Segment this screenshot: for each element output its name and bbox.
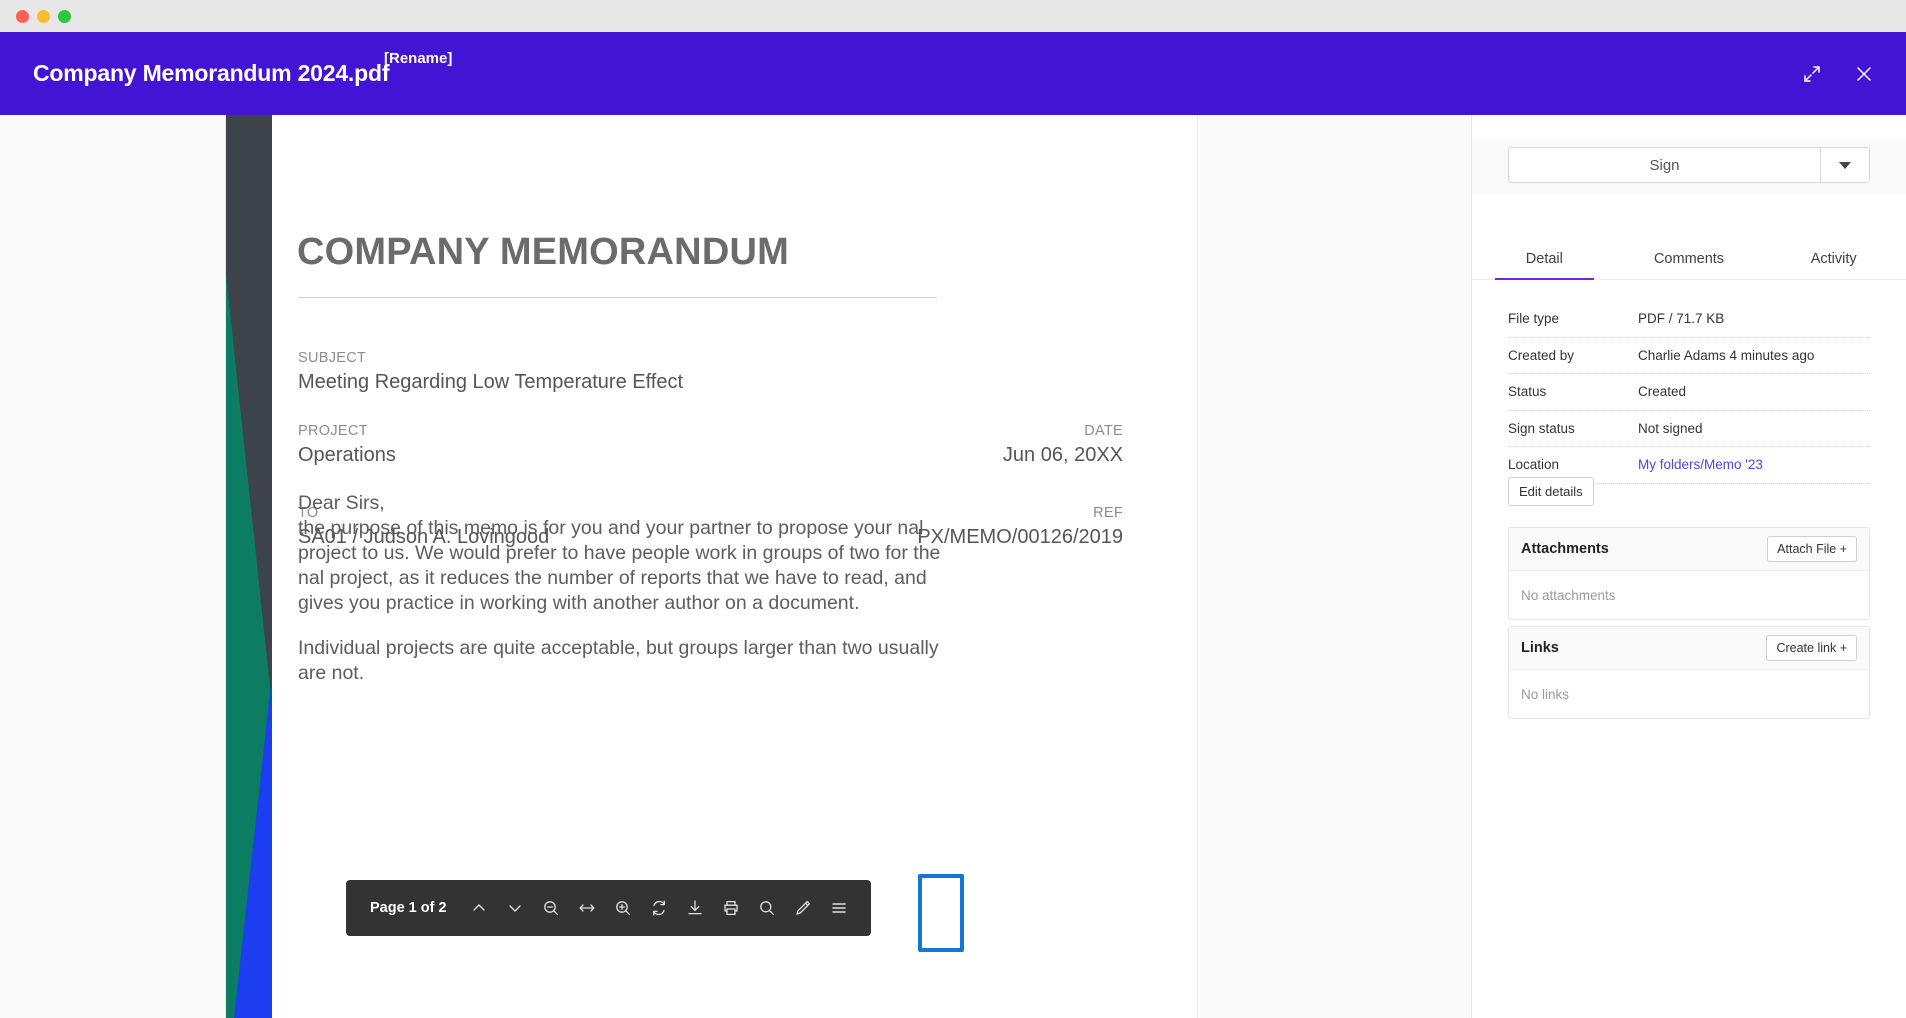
field-ref-label: REF [1093,505,1123,521]
sign-dropdown-button[interactable] [1820,147,1870,183]
menu-icon[interactable] [821,888,857,928]
field-ref: REF PX/MEMO/00126/2019 [917,505,1123,551]
detail-key: File type [1508,311,1560,327]
tab-detail[interactable]: Detail [1472,239,1617,280]
field-subject-value: Meeting Regarding Low Temperature Effect [298,371,684,394]
download-icon[interactable] [677,888,713,928]
letter-paragraph-2: Individual projects are quite acceptable… [298,636,939,684]
zoom-in-icon[interactable] [605,888,641,928]
fit-width-icon[interactable] [569,888,605,928]
close-icon[interactable] [1850,60,1878,88]
pdf-toolbar: Page 1 of 2 [346,880,871,936]
detail-value: Not signed [1638,420,1703,436]
links-card: Links Create link + No links [1508,626,1870,719]
field-date-value: Jun 06, 20XX [1002,444,1123,467]
next-page-icon[interactable] [497,888,533,928]
sign-button[interactable]: Sign [1508,147,1820,183]
location-link[interactable]: My folders/Memo '23 [1638,457,1763,472]
traffic-lights [16,10,71,23]
links-empty-state: No links [1521,686,1570,702]
detail-key: Created by [1508,347,1575,363]
attachments-header: Attachments Attach File + [1509,528,1869,571]
header-actions [1798,32,1878,115]
maximize-window-button[interactable] [58,10,71,23]
links-header: Links Create link + [1509,627,1869,670]
field-date: DATE Jun 06, 20XX [1003,423,1123,469]
detail-value: Charlie Adams 4 minutes ago [1638,347,1815,363]
attachments-empty-state: No attachments [1521,587,1616,603]
attach-file-button[interactable]: Attach File + [1767,536,1857,562]
previous-page-icon[interactable] [461,888,497,928]
field-project-value: Operations [298,444,396,467]
links-title: Links [1521,640,1559,656]
detail-key: Status [1508,384,1547,400]
window-chrome [0,0,1906,32]
detail-key: Sign status [1508,420,1575,436]
attachments-card: Attachments Attach File + No attachments [1508,527,1870,620]
details-sidebar: Sign Detail Comments Activity File type … [1471,115,1906,1018]
memo-heading: COMPANY MEMORANDUM [297,231,789,273]
sign-bar: Sign [1472,137,1906,193]
rotate-icon[interactable] [641,888,677,928]
attachments-title: Attachments [1521,541,1609,557]
app-window: Company Memorandum 2024.pdf [Rename] COM… [0,0,1906,1018]
document-title: Company Memorandum 2024.pdf [33,60,390,86]
zoom-out-icon[interactable] [533,888,569,928]
letter-salutation: Dear Sirs, [298,492,385,514]
detail-table: File type PDF / 71.7 KB Created by Charl… [1508,301,1870,484]
field-subject: SUBJECT Meeting Regarding Low Temperatur… [298,350,683,396]
page-indicator: Page 1 of 2 [370,900,447,916]
letter-paragraph-1: the purpose of this memo is for you and … [298,516,941,614]
tab-comments[interactable]: Comments [1617,239,1762,279]
detail-row-sign-status: Sign status Not signed [1508,411,1870,447]
page-decoration-stripe [226,115,272,1018]
detail-value: Created [1638,384,1687,400]
pencil-icon[interactable] [785,888,821,928]
detail-row-status: Status Created [1508,374,1870,411]
detail-row-file-type: File type PDF / 71.7 KB [1508,301,1870,338]
sign-button-group: Sign [1508,147,1870,183]
field-ref-value: PX/MEMO/00126/2019 [917,526,1123,549]
detail-key: Location [1508,457,1560,473]
app-header: Company Memorandum 2024.pdf [Rename] [0,32,1906,115]
letter-body: Dear Sirs, the purpose of this memo is f… [298,491,943,706]
chevron-down-icon [1839,161,1851,169]
field-subject-label: SUBJECT [298,350,367,366]
search-icon[interactable] [749,888,785,928]
pdf-viewer-pane[interactable]: COMPANY MEMORANDUM SUBJECT Meeting Regar… [0,115,1471,1018]
expand-icon[interactable] [1798,60,1826,88]
field-project-label: PROJECT [298,423,368,439]
sidebar-tabs: Detail Comments Activity [1472,239,1906,280]
minimize-window-button[interactable] [37,10,50,23]
detail-value: PDF / 71.7 KB [1638,311,1725,327]
field-date-label: DATE [1084,423,1123,439]
detail-row-created-by: Created by Charlie Adams 4 minutes ago [1508,338,1870,374]
heading-divider [298,297,937,298]
edit-details-button[interactable]: Edit details [1508,477,1594,506]
field-project: PROJECT Operations [298,423,396,469]
close-window-button[interactable] [16,10,29,23]
print-icon[interactable] [713,888,749,928]
rename-link[interactable]: [Rename] [384,50,452,67]
tab-activity[interactable]: Activity [1761,239,1906,279]
create-link-button[interactable]: Create link + [1766,635,1857,661]
workspace: COMPANY MEMORANDUM SUBJECT Meeting Regar… [0,115,1906,1018]
